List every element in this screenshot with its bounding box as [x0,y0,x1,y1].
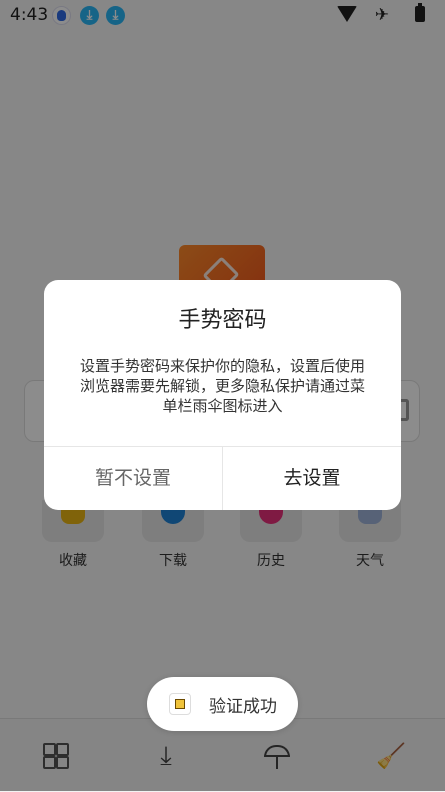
go-setup-button[interactable]: 去设置 [223,447,401,510]
toast-text: 验证成功 [209,697,277,717]
app-icon [169,693,191,715]
toast: 验证成功 [147,677,298,731]
gesture-password-dialog: 手势密码 设置手势密码来保护你的隐私，设置后使用浏览器需要先解锁，更多隐私保护请… [44,280,401,510]
dialog-title: 手势密码 [178,308,267,333]
dialog-message: 设置手势密码来保护你的隐私，设置后使用浏览器需要先解锁，更多隐私保护请通过菜单栏… [79,357,365,415]
not-now-button[interactable]: 暂不设置 [44,447,222,510]
browser-home: 4:43 ✈ 收藏 下载 历史 天气 ⤓ 🧹 [0,0,445,792]
